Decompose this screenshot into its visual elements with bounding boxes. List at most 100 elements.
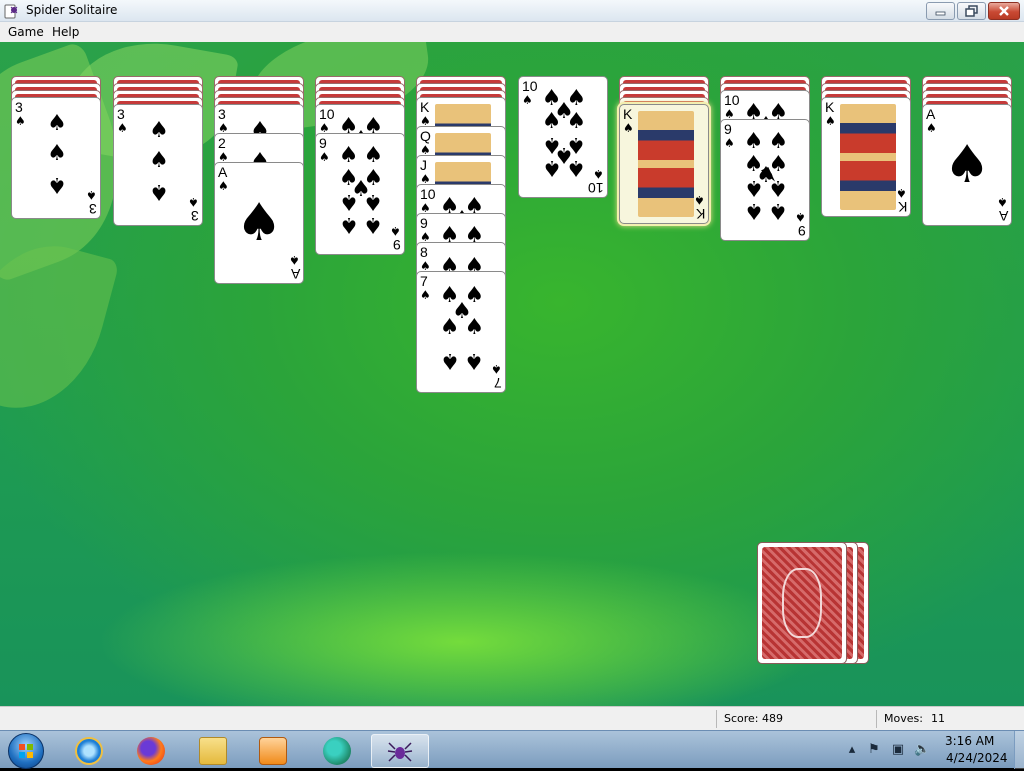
card-rank: K — [825, 99, 835, 115]
start-button[interactable] — [8, 733, 44, 769]
card-k-of-spades[interactable]: K ♠ K ♠ — [619, 104, 709, 224]
show-hidden-icons-icon[interactable]: ▴ — [844, 742, 860, 758]
stock-card[interactable] — [757, 542, 847, 664]
spade-icon: ♠ — [694, 193, 705, 207]
spade-icon: ♠ — [363, 212, 384, 237]
card-a-of-spades[interactable]: A ♠ ♠ A ♠ — [922, 104, 1012, 226]
spade-icon: ♠ — [363, 143, 384, 168]
taskbar-media-player[interactable] — [246, 734, 300, 768]
browser-icon — [323, 737, 351, 765]
taskbar-firefox[interactable] — [124, 734, 178, 768]
spade-icon: ♠ — [943, 135, 991, 195]
spade-icon: ♠ — [768, 129, 789, 154]
card-rank-bottom: K — [897, 199, 907, 215]
spade-icon: ♠ — [439, 348, 460, 373]
menu-bar: Game Help — [0, 22, 1024, 42]
status-separator — [876, 710, 877, 728]
spade-icon: ♠ — [149, 179, 169, 204]
card-rank: 10 — [724, 92, 740, 108]
spade-icon: ♠ — [795, 210, 806, 224]
action-center-flag-icon[interactable]: ⚑ — [866, 742, 882, 758]
card-rank: K — [420, 99, 430, 115]
card-rank: Q — [420, 128, 431, 144]
minimize-icon — [935, 11, 946, 16]
network-icon[interactable]: ▣ — [890, 742, 906, 758]
menu-game[interactable]: Game — [8, 25, 44, 39]
card-rank: 10 — [420, 186, 436, 202]
card-rank: 10 — [522, 78, 538, 94]
card-10-of-spades[interactable]: 10 ♠ ♠ ♠ ♠ ♠ ♠ ♠ ♠ ♠ ♠ ♠ 10 ♠ — [518, 76, 608, 198]
status-bar: Score: 489 Moves: 11 — [0, 706, 1024, 730]
card-rank: K — [623, 106, 633, 122]
card-3-of-spades[interactable]: 3 ♠ ♠ ♠ ♠ 3 ♠ — [113, 104, 203, 226]
score-label: Score: 489 — [724, 712, 784, 725]
windows-logo-icon — [19, 744, 33, 758]
media-player-icon — [259, 737, 287, 765]
card-rank-bottom: K — [695, 206, 705, 222]
game-table[interactable]: 3♠♠♠♠3♠3♠♠♠♠3♠3♠♠♠♠2♠♠♠A♠♠A♠10♠♠♠♠♠♠♠♠♠♠… — [0, 42, 1024, 706]
card-rank: A — [218, 164, 228, 180]
window-title: Spider Solitaire — [26, 3, 118, 17]
spade-icon: ♠ — [896, 186, 907, 200]
taskbar-spider-solitaire[interactable] — [371, 734, 429, 768]
card-rank: 3 — [117, 106, 125, 122]
close-button[interactable] — [988, 2, 1020, 20]
face-card-art — [840, 104, 896, 210]
spade-icon: ♠ — [117, 121, 128, 135]
card-rank-bottom: 9 — [798, 223, 806, 239]
spade-icon: ♠ — [86, 188, 97, 202]
card-rank: 3 — [15, 99, 23, 115]
card-k-of-spades[interactable]: K ♠ K ♠ — [821, 97, 911, 217]
card-rank: 9 — [319, 135, 327, 151]
card-rank-bottom: A — [290, 266, 300, 282]
file-explorer-icon — [199, 737, 227, 765]
spade-icon: ♠ — [289, 253, 300, 267]
card-rank: 10 — [319, 106, 335, 122]
spade-icon: ♠ — [338, 143, 359, 168]
clock-time[interactable]: 3:16 AM — [945, 734, 994, 748]
spade-icon: ♠ — [541, 155, 562, 180]
spade-icon: ♠ — [235, 193, 283, 253]
card-a-of-spades[interactable]: A ♠ ♠ A ♠ — [214, 162, 304, 284]
volume-muted-icon[interactable]: 🔈 — [914, 742, 930, 758]
spade-icon: ♠ — [768, 198, 789, 223]
spade-icon: ♠ — [743, 175, 764, 200]
spade-icon: ♠ — [541, 109, 562, 134]
moves-value: 11 — [931, 712, 945, 725]
card-3-of-spades[interactable]: 3 ♠ ♠ ♠ ♠ 3 ♠ — [11, 97, 101, 219]
card-rank: J — [420, 157, 427, 173]
spider-solitaire-icon — [387, 742, 413, 762]
spade-icon: ♠ — [439, 315, 460, 340]
menu-help[interactable]: Help — [52, 25, 79, 39]
card-rank-bottom: A — [998, 208, 1008, 224]
show-desktop-button[interactable] — [1014, 731, 1024, 769]
spider-icon — [4, 4, 18, 19]
card-7-of-spades[interactable]: 7 ♠ ♠ ♠ ♠ ♠ ♠ ♠ ♠ 7 ♠ — [416, 271, 506, 393]
card-rank: 9 — [724, 121, 732, 137]
clock-date[interactable]: 4/24/2024 — [946, 751, 1008, 765]
spade-icon: ♠ — [623, 121, 634, 135]
spade-icon: ♠ — [566, 109, 587, 134]
taskbar-internet-explorer[interactable] — [62, 734, 116, 768]
spade-icon: ♠ — [47, 172, 67, 197]
restore-button[interactable] — [957, 2, 986, 20]
card-back-ornament — [782, 568, 822, 638]
taskbar-file-explorer[interactable] — [186, 734, 240, 768]
minimize-button[interactable] — [926, 2, 955, 20]
spade-icon: ♠ — [218, 179, 229, 193]
spade-icon: ♠ — [47, 111, 67, 136]
spade-icon: ♠ — [188, 195, 199, 209]
close-icon — [999, 6, 1009, 16]
status-separator — [716, 710, 717, 728]
card-rank-bottom: 3 — [89, 201, 97, 217]
internet-explorer-icon — [75, 737, 103, 765]
card-9-of-spades[interactable]: 9 ♠ ♠ ♠ ♠ ♠ ♠ ♠ ♠ ♠ ♠ 9 ♠ — [315, 133, 405, 255]
card-rank: 3 — [218, 106, 226, 122]
taskbar-browser[interactable] — [310, 734, 364, 768]
card-rank-bottom: 3 — [191, 208, 199, 224]
restore-icon — [965, 5, 978, 17]
card-back-pattern — [762, 547, 842, 659]
card-rank: 7 — [420, 273, 428, 289]
title-bar[interactable]: Spider Solitaire — [0, 0, 1024, 22]
spade-icon: ♠ — [363, 189, 384, 214]
